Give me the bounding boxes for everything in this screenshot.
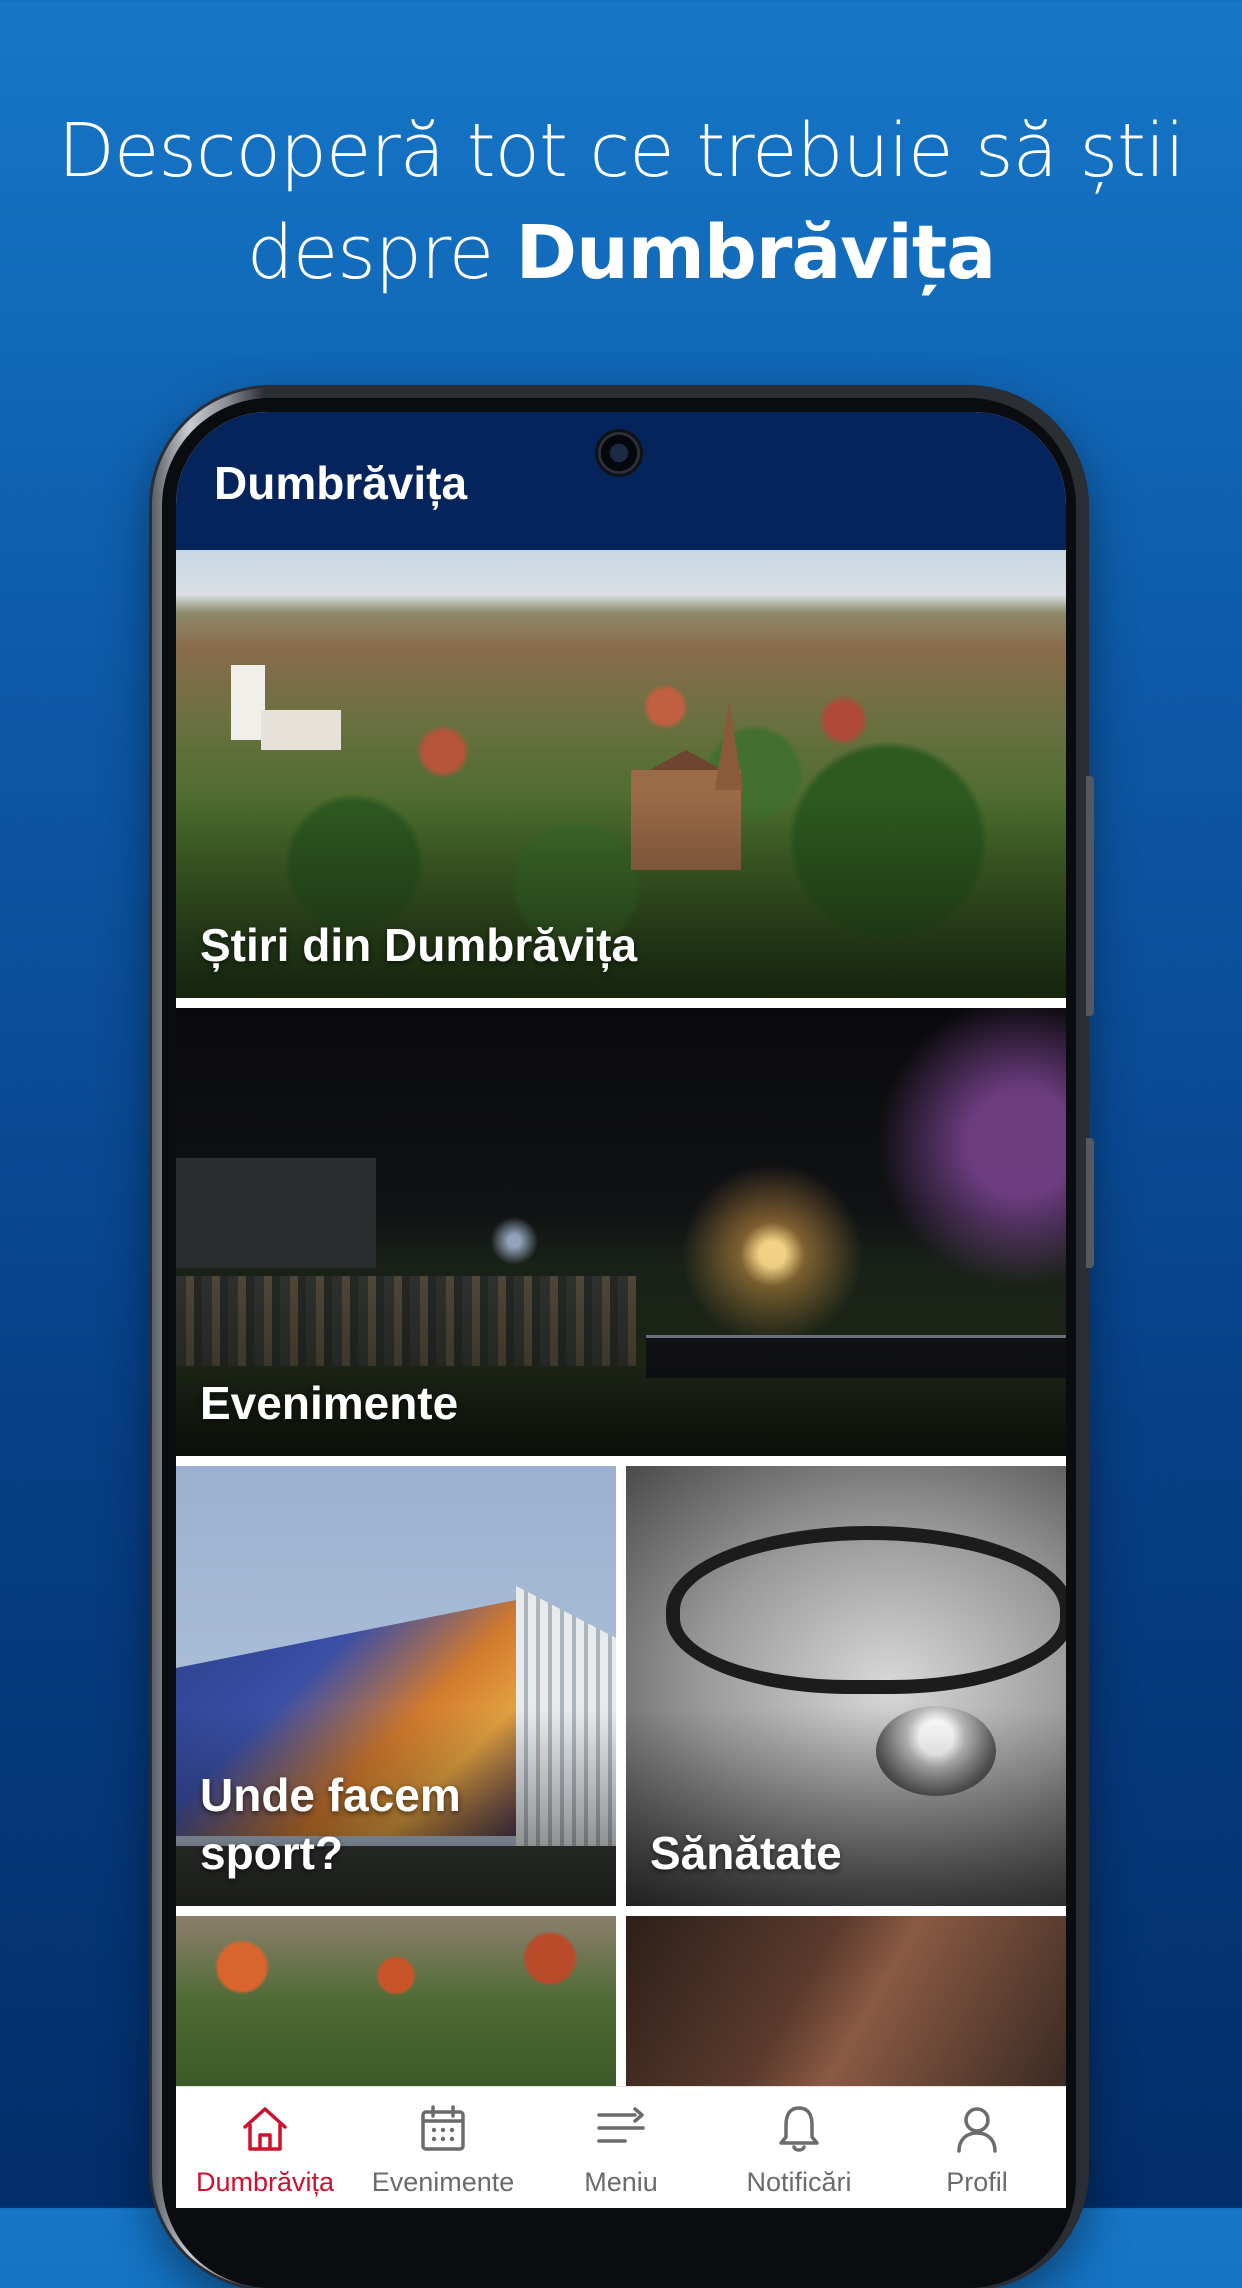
user-icon <box>957 2107 997 2153</box>
tile-events-label: Evenimente <box>200 1377 459 1429</box>
tile-health-label: Sănătate <box>650 1827 842 1879</box>
bell-icon <box>779 2106 819 2152</box>
bottom-navigation: Dumbrăvița Evenimente Meniu Notificări P… <box>176 2086 1066 2208</box>
tile-sport-label: Unde facem sport? <box>200 1769 461 1879</box>
category-grid: Știri din Dumbrăvița Evenimente Unde fac… <box>176 550 1066 2086</box>
nav-label-profile: Profil <box>946 2167 1008 2197</box>
partial-photo-houses <box>176 1916 616 2086</box>
partial-photo-dark <box>626 1916 1066 2086</box>
photo-building <box>176 1158 376 1268</box>
tile-news-label: Știri din Dumbrăvița <box>200 919 638 971</box>
promo-line-2-prefix: despre <box>246 210 516 296</box>
nav-item-notifications[interactable]: Notificări <box>710 2087 888 2208</box>
phone-screen: Dumbrăvița Știri din Dumbrăvița Evenimen… <box>176 412 1066 2208</box>
tile-partial-left[interactable] <box>176 1916 616 2086</box>
app-bar: Dumbrăvița <box>176 412 1066 550</box>
nav-item-menu[interactable]: Meniu <box>532 2087 710 2208</box>
nav-label-events: Evenimente <box>371 2167 515 2197</box>
calendar-icon <box>421 2105 465 2151</box>
promo-line-2: despre Dumbrăvița <box>0 202 1242 304</box>
nav-item-home[interactable]: Dumbrăvița <box>176 2087 354 2208</box>
tile-health[interactable]: Sănătate <box>626 1466 1066 1906</box>
app-title: Dumbrăvița <box>214 457 468 509</box>
promo-town-name: Dumbrăvița <box>515 210 997 296</box>
photo-white-tower <box>231 665 265 740</box>
nav-label-home: Dumbrăvița <box>195 2167 335 2197</box>
nav-label-notifications: Notificări <box>746 2167 852 2197</box>
phone-volume-button <box>1086 776 1094 1016</box>
tile-sport[interactable]: Unde facem sport? <box>176 1466 616 1906</box>
nav-item-events[interactable]: Evenimente <box>354 2087 532 2208</box>
photo-stethoscope-tube <box>666 1526 1066 1694</box>
tile-partial-right[interactable] <box>626 1916 1066 2086</box>
phone-power-button <box>1086 1138 1094 1268</box>
nav-item-profile[interactable]: Profil <box>888 2087 1066 2208</box>
front-camera <box>598 432 640 474</box>
promo-line-1: Descoperă tot ce trebuie să știi <box>57 108 1185 194</box>
tile-events[interactable]: Evenimente <box>176 1008 1066 1456</box>
nav-label-menu: Meniu <box>584 2167 658 2197</box>
church-spire <box>715 700 743 790</box>
photo-white-building <box>261 710 341 750</box>
home-icon <box>243 2107 287 2151</box>
tile-news[interactable]: Știri din Dumbrăvița <box>176 550 1066 998</box>
menu-icon <box>597 2107 645 2143</box>
promo-headline: Descoperă tot ce trebuie să știi despre … <box>0 100 1242 304</box>
